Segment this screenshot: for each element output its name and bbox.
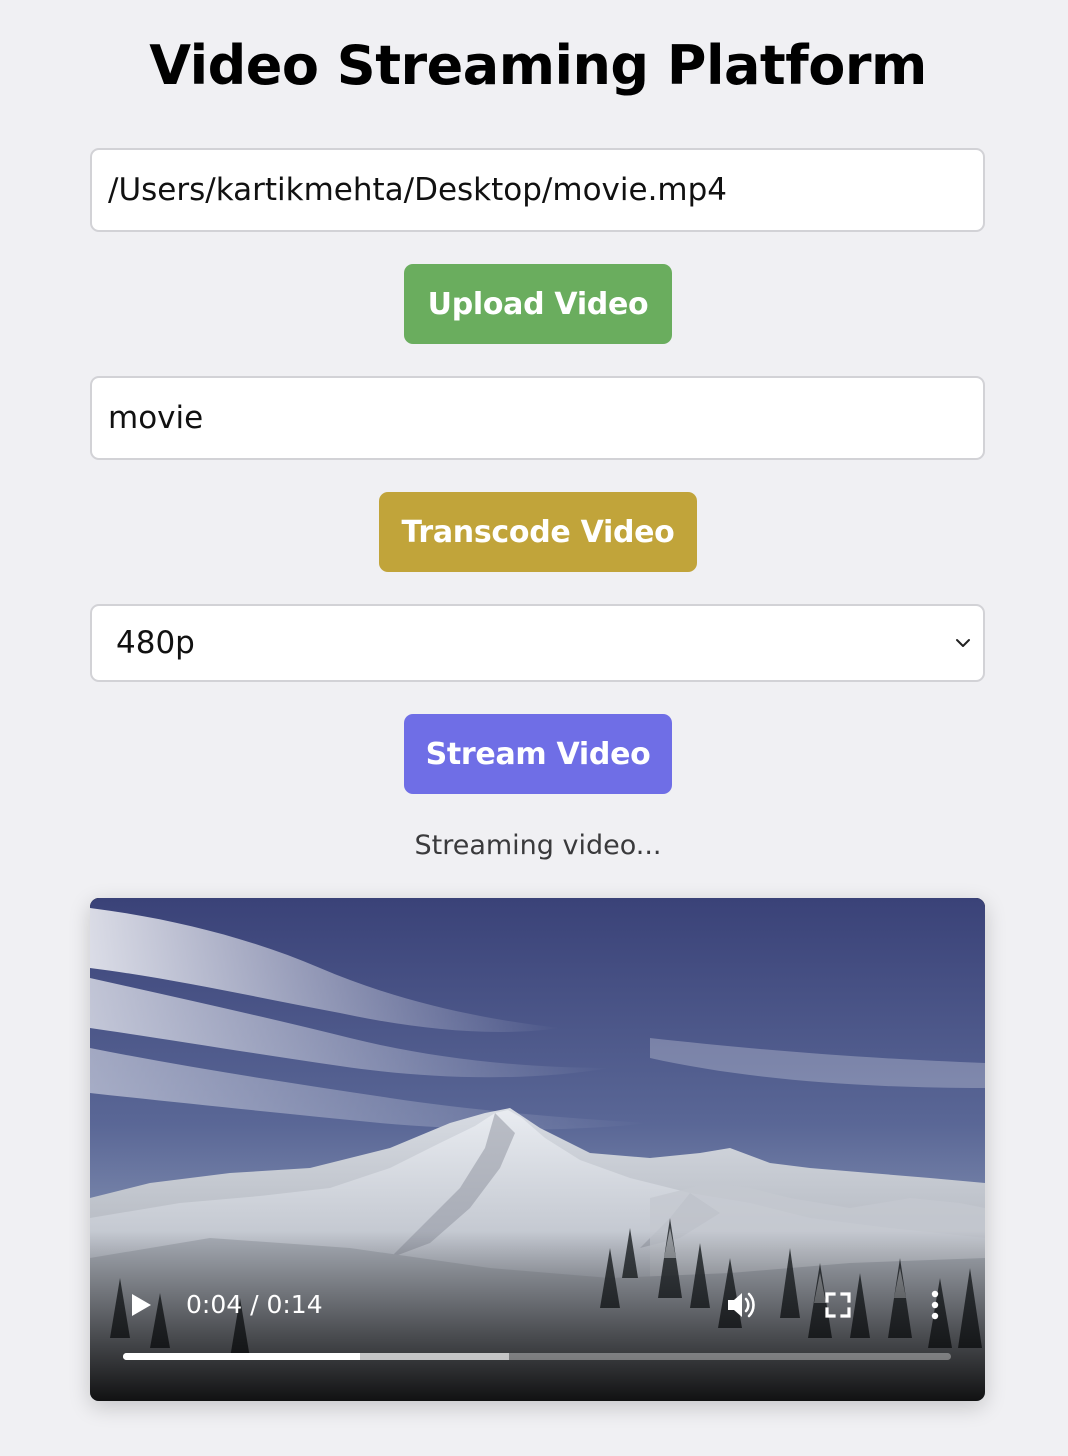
progress-bar[interactable] <box>123 1353 951 1360</box>
video-name-input[interactable]: movie <box>90 376 985 460</box>
resolution-selected-value: 480p <box>116 625 195 661</box>
more-options-icon[interactable] <box>928 1290 942 1320</box>
progress-played <box>123 1353 360 1360</box>
stream-video-button[interactable]: Stream Video <box>404 714 672 794</box>
play-icon[interactable] <box>128 1292 154 1318</box>
volume-icon[interactable] <box>724 1288 758 1322</box>
video-player[interactable]: 0:04 / 0:14 <box>90 898 985 1401</box>
chevron-down-icon <box>956 639 970 647</box>
video-path-input[interactable]: /Users/kartikmehta/Desktop/movie.mp4 <box>90 148 985 232</box>
page-title: Video Streaming Platform <box>149 34 927 97</box>
upload-video-button[interactable]: Upload Video <box>404 264 672 344</box>
transcode-video-button[interactable]: Transcode Video <box>379 492 697 572</box>
resolution-select[interactable]: 480p <box>90 604 985 682</box>
fullscreen-icon[interactable] <box>824 1291 852 1319</box>
streaming-status-text: Streaming video... <box>414 830 662 861</box>
page: Video Streaming Platform /Users/kartikme… <box>0 0 1068 1456</box>
time-display: 0:04 / 0:14 <box>186 1290 323 1319</box>
